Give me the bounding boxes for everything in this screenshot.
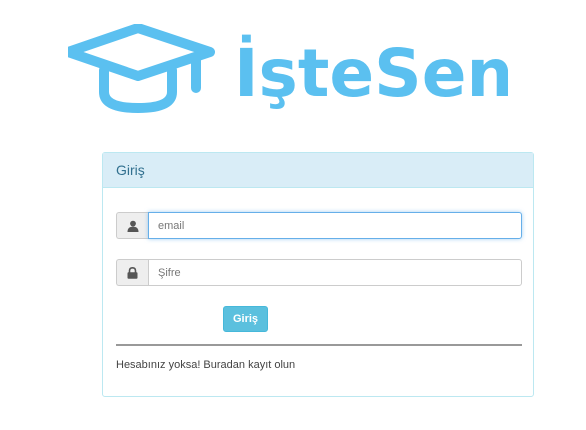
panel-title: Giriş xyxy=(103,153,533,188)
login-page: İşteSen Giriş Giriş Hesa xyxy=(0,0,586,430)
brand-logo: İşteSen xyxy=(68,24,508,114)
password-input[interactable] xyxy=(148,259,522,286)
login-button[interactable]: Giriş xyxy=(223,306,268,332)
user-icon xyxy=(116,212,148,239)
password-input-group xyxy=(116,259,522,286)
login-panel: Giriş Giriş Hesabınız yoksa! Buradan kay xyxy=(102,152,534,397)
email-input[interactable] xyxy=(148,212,522,239)
register-link[interactable]: Hesabınız yoksa! Buradan kayıt olun xyxy=(116,359,295,371)
brand-name: İşteSen xyxy=(234,35,508,112)
email-input-group xyxy=(116,212,522,239)
divider xyxy=(116,344,522,346)
lock-icon xyxy=(116,259,148,286)
graduation-cap-icon: İşteSen xyxy=(68,24,508,114)
